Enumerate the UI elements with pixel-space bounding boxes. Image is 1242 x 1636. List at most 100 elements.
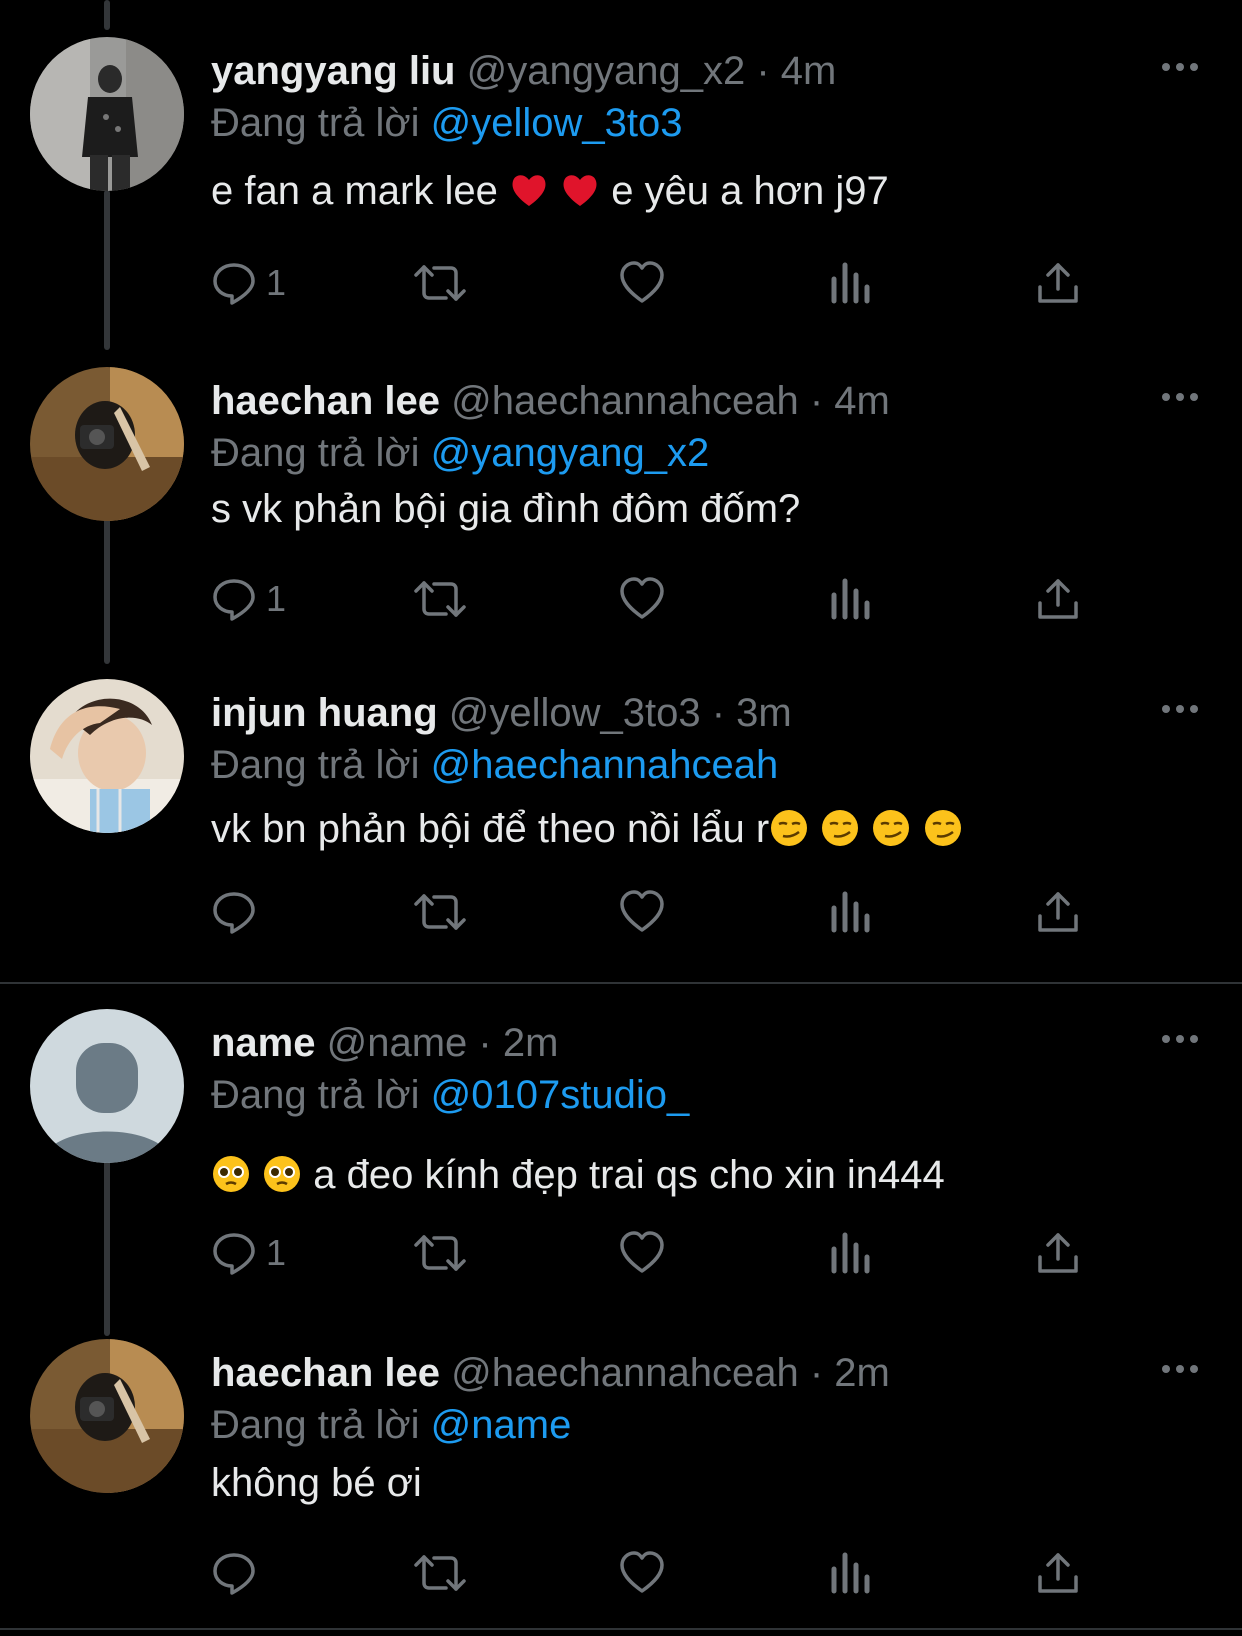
- more-options-button[interactable]: [1160, 1027, 1200, 1051]
- like-button[interactable]: [618, 1545, 666, 1601]
- avatar[interactable]: [30, 1339, 184, 1493]
- replying-to-label: Đang trả lời: [211, 431, 420, 475]
- like-button[interactable]: [618, 884, 666, 940]
- views-button[interactable]: [826, 571, 874, 627]
- tweet-text-part: e fan a mark lee: [211, 169, 498, 213]
- like-button[interactable]: [618, 571, 666, 627]
- retweet-button[interactable]: [412, 571, 468, 627]
- more-options-button[interactable]: [1160, 697, 1200, 721]
- reply-button[interactable]: 1: [210, 255, 286, 311]
- smirk-emoji: [873, 810, 910, 846]
- reply-icon: [213, 1553, 255, 1595]
- user-handle[interactable]: @yellow_3to3: [449, 691, 701, 735]
- retweet-icon: [414, 265, 466, 301]
- tweet-header: haechan lee @haechannahceah · 4m: [211, 375, 890, 427]
- avatar[interactable]: [30, 679, 184, 833]
- avatar[interactable]: [30, 1009, 184, 1163]
- tweet[interactable]: yangyang liu @yangyang_x2 · 4m Đang trả …: [0, 37, 1242, 337]
- share-button[interactable]: [1034, 1545, 1082, 1601]
- like-icon: [620, 577, 664, 619]
- reply-mention-link[interactable]: @name: [431, 1403, 572, 1447]
- retweet-icon: [414, 894, 466, 930]
- display-name[interactable]: injun huang: [211, 691, 438, 735]
- tweet[interactable]: haechan lee @haechannahceah · 4m Đang tr…: [0, 367, 1242, 657]
- display-name[interactable]: haechan lee: [211, 379, 440, 423]
- timestamp[interactable]: · 4m: [810, 379, 890, 423]
- avatar[interactable]: [30, 367, 184, 521]
- user-handle[interactable]: @haechannahceah: [451, 1351, 799, 1395]
- reply-button[interactable]: [210, 884, 266, 940]
- tweet-actions: 1: [0, 1225, 1242, 1281]
- retweet-icon: [414, 1235, 466, 1271]
- avatar[interactable]: [30, 37, 184, 191]
- share-icon: [1038, 892, 1078, 932]
- views-button[interactable]: [826, 255, 874, 311]
- timestamp[interactable]: · 3m: [712, 691, 792, 735]
- red-heart-emoji: [512, 175, 546, 206]
- reply-mention-link[interactable]: @haechannahceah: [431, 743, 779, 787]
- user-handle[interactable]: @name: [327, 1021, 468, 1065]
- more-options-button[interactable]: [1160, 385, 1200, 409]
- avatar-photo: [30, 37, 184, 191]
- tweet-text: s vk phản bội gia đình đôm đốm?: [211, 487, 801, 531]
- views-button[interactable]: [826, 1225, 874, 1281]
- pleading-emoji: [264, 1156, 301, 1192]
- avatar-photo: [30, 367, 184, 521]
- replying-to: Đang trả lời @name: [211, 1399, 571, 1451]
- reply-mention-link[interactable]: @yangyang_x2: [431, 431, 710, 475]
- reply-icon: [213, 263, 255, 305]
- views-button[interactable]: [826, 884, 874, 940]
- replying-to-label: Đang trả lời: [211, 1073, 420, 1117]
- retweet-icon: [414, 1555, 466, 1591]
- views-icon: [831, 262, 870, 304]
- timestamp[interactable]: · 2m: [810, 1351, 890, 1395]
- avatar-photo: [30, 679, 184, 833]
- display-name[interactable]: haechan lee: [211, 1351, 440, 1395]
- thread-divider: [0, 982, 1242, 984]
- share-button[interactable]: [1034, 255, 1082, 311]
- pleading-emoji: [213, 1156, 249, 1192]
- share-icon: [1038, 579, 1078, 619]
- avatar-photo: [30, 1339, 184, 1493]
- more-options-button[interactable]: [1160, 1357, 1200, 1381]
- retweet-button[interactable]: [412, 884, 468, 940]
- share-button[interactable]: [1034, 1225, 1082, 1281]
- like-icon: [620, 1231, 664, 1273]
- retweet-button[interactable]: [412, 1545, 468, 1601]
- tweet-text: e fan a mark lee e yêu a hơn j97: [211, 165, 889, 217]
- smirk-emoji: [771, 810, 808, 846]
- tweet[interactable]: name @name · 2m Đang trả lời @0107studio…: [0, 1009, 1242, 1309]
- reply-count: 1: [266, 262, 287, 303]
- more-icon: [1162, 393, 1198, 401]
- like-icon: [620, 1551, 664, 1593]
- user-handle[interactable]: @yangyang_x2: [467, 49, 746, 93]
- views-button[interactable]: [826, 1545, 874, 1601]
- reply-button[interactable]: 1: [210, 1225, 286, 1281]
- share-button[interactable]: [1034, 884, 1082, 940]
- display-name[interactable]: name: [211, 1021, 316, 1065]
- timestamp[interactable]: · 2m: [478, 1021, 558, 1065]
- display-name[interactable]: yangyang liu: [211, 49, 456, 93]
- retweet-button[interactable]: [412, 255, 468, 311]
- share-button[interactable]: [1034, 571, 1082, 627]
- retweet-button[interactable]: [412, 1225, 468, 1281]
- tweet[interactable]: haechan lee @haechannahceah · 2m Đang tr…: [0, 1339, 1242, 1619]
- reply-button[interactable]: [210, 1545, 266, 1601]
- timestamp[interactable]: · 4m: [756, 49, 836, 93]
- tweet[interactable]: injun huang @yellow_3to3 · 3m Đang trả l…: [0, 679, 1242, 969]
- smirk-emoji: [822, 810, 859, 846]
- reply-mention-link[interactable]: @yellow_3to3: [431, 101, 683, 145]
- share-icon: [1038, 1233, 1078, 1273]
- tweet-text-part: vk bn phản bội để theo nồi lẩu r: [211, 807, 770, 851]
- user-handle[interactable]: @haechannahceah: [451, 379, 799, 423]
- reply-mention-link[interactable]: @0107studio_: [431, 1073, 690, 1117]
- more-options-button[interactable]: [1160, 55, 1200, 79]
- replying-to-label: Đang trả lời: [211, 1403, 420, 1447]
- tweet-text: a đeo kính đẹp trai qs cho xin in444: [211, 1149, 945, 1201]
- like-icon: [620, 261, 664, 303]
- thread-divider: [0, 1628, 1242, 1630]
- like-button[interactable]: [618, 1225, 666, 1281]
- tweet-actions: [0, 1545, 1242, 1601]
- like-button[interactable]: [618, 255, 666, 311]
- reply-button[interactable]: 1: [210, 571, 286, 627]
